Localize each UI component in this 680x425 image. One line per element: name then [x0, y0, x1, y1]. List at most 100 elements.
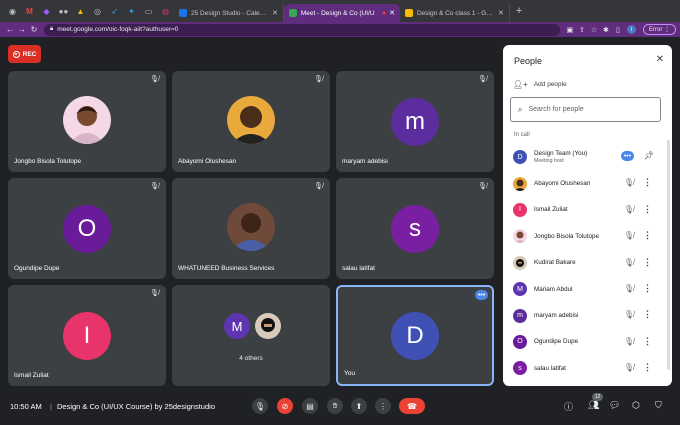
close-tab-icon[interactable]: ✕: [272, 9, 278, 17]
instagram-icon[interactable]: ◍: [157, 4, 174, 18]
list-avatar: D: [513, 150, 527, 165]
list-item[interactable]: M Mariam Abdul 🎙︎̸ ⋮: [503, 276, 672, 302]
url-field[interactable]: 🔒︎ meet.google.com/oic-foqk-aiit?authuse…: [44, 23, 560, 36]
reload-icon[interactable]: ↻: [28, 25, 40, 34]
more-options-icon[interactable]: •••: [621, 151, 634, 161]
share-icon[interactable]: ⇪: [576, 26, 588, 34]
list-item[interactable]: D Design Team (You) Meeting host ••• 📌︎: [503, 144, 672, 170]
present-button[interactable]: ⬆: [351, 398, 367, 414]
more-vert-icon[interactable]: ⋮: [643, 362, 652, 373]
close-tab-icon[interactable]: ✕: [498, 9, 504, 17]
others-label: 4 others: [239, 355, 263, 362]
list-avatar: s: [513, 361, 527, 376]
tab-calendar[interactable]: 25 Design Studio - Calendar ✕: [174, 4, 284, 22]
captions-button[interactable]: ▤: [302, 398, 318, 414]
github-icon[interactable]: ◉: [4, 4, 21, 18]
list-item[interactable]: Abayomi Olushesan 🎙︎̸ ⋮: [503, 170, 672, 196]
error-button[interactable]: Error ⋮: [642, 24, 676, 35]
participant-list: D Design Team (You) Meeting host ••• 📌︎ …: [503, 144, 672, 382]
tab-meet[interactable]: Meet - Design & Co (UI/U ● ✕: [283, 4, 400, 22]
profile-avatar[interactable]: I: [626, 25, 636, 34]
more-options-icon[interactable]: •••: [475, 290, 488, 300]
back-icon[interactable]: ←: [4, 25, 16, 34]
participant-tile[interactable]: 🎙︎̸ WHATUNEED Business Services: [172, 178, 330, 279]
more-vert-icon[interactable]: ⋮: [643, 283, 652, 294]
self-tile[interactable]: ••• D You: [336, 285, 494, 386]
hand-icon: ✋︎: [332, 401, 338, 410]
participant-name: Ogundipe Dupe: [14, 265, 60, 272]
participant-name: Ismail Zuliat: [14, 372, 49, 379]
mic-off-icon: 🎙︎̸: [314, 183, 323, 190]
error-label: Error: [648, 26, 663, 33]
list-item[interactable]: s salau latifat 🎙︎̸ ⋮: [503, 355, 672, 381]
self-avatar: D: [391, 312, 439, 360]
camera-off-icon: ⊘: [281, 401, 289, 411]
more-options-button[interactable]: ⋮: [375, 398, 391, 414]
recording-badge: REC: [8, 45, 41, 63]
panel-title: People: [514, 56, 543, 66]
extensions-icon[interactable]: ✱: [600, 26, 612, 34]
participant-name: Design Team (You): [534, 150, 588, 158]
more-vert-icon[interactable]: ⋮: [643, 309, 652, 320]
mic-button[interactable]: 🎙︎: [252, 398, 268, 414]
list-item[interactable]: I Ismail Zuliat 🎙︎̸ ⋮: [503, 197, 672, 223]
camera-off-button[interactable]: ⊘: [277, 398, 293, 414]
people-icon[interactable]: 👥︎: [588, 400, 599, 411]
forward-icon[interactable]: →: [16, 25, 28, 34]
sidebar-icon[interactable]: ▯: [612, 26, 624, 34]
close-icon[interactable]: ✕: [656, 54, 664, 65]
participant-name: WHATUNEED Business Services: [178, 265, 275, 272]
list-item[interactable]: Kudirat Bakare 🎙︎̸ ⋮: [503, 250, 672, 276]
more-vert-icon[interactable]: ⋮: [643, 230, 652, 241]
participant-tile[interactable]: 🎙︎̸ I Ismail Zuliat: [8, 285, 166, 386]
chrome-icon[interactable]: ◎: [89, 4, 106, 18]
participant-tile[interactable]: 🎙︎̸ s salau latifat: [336, 178, 494, 279]
medium-icon[interactable]: ●●: [55, 4, 72, 18]
lock-icon: 🔒︎: [50, 26, 54, 32]
more-vert-icon[interactable]: ⋮: [643, 336, 652, 347]
camera-icon[interactable]: ▣: [564, 26, 576, 34]
bookmark-icon[interactable]: ☆: [588, 26, 600, 34]
address-bar: ← → ↻ 🔒︎ meet.google.com/oic-foqk-aiit?a…: [0, 22, 680, 37]
gmail-icon[interactable]: M: [21, 4, 38, 18]
figma-icon[interactable]: ◆: [38, 4, 55, 18]
list-avatar: M: [513, 282, 527, 297]
raise-hand-button[interactable]: ✋︎: [327, 398, 343, 414]
clock: 10:50 AM: [10, 402, 42, 411]
mic-off-icon: 🎙︎̸: [314, 76, 323, 83]
slides-icon: [404, 9, 413, 17]
chat-icon[interactable]: 💬︎: [609, 400, 620, 411]
folder-icon[interactable]: ▭: [140, 4, 157, 18]
close-tab-icon[interactable]: ✕: [389, 9, 395, 17]
info-icon[interactable]: ⓘ: [564, 400, 573, 413]
participant-tile[interactable]: 🎙︎̸ Abayomi Olushesan: [172, 71, 330, 172]
participant-name: Abayomi Olushesan: [534, 180, 591, 188]
list-item[interactable]: O Ogundipe Dupe 🎙︎̸ ⋮: [503, 329, 672, 355]
leave-call-button[interactable]: ☎︎: [399, 398, 425, 414]
more-vert-icon: ⋮: [379, 401, 387, 411]
more-vert-icon[interactable]: ⋮: [643, 204, 652, 215]
participant-name: Ismail Zuliat: [534, 206, 568, 214]
add-people-button[interactable]: 👤︎+ Add people: [513, 80, 567, 89]
tab-slides[interactable]: Design & Co class 1 - Google ✕: [400, 4, 510, 22]
list-item[interactable]: m maryam adebisi 🎙︎̸ ⋮: [503, 302, 672, 328]
tab-label: Design & Co class 1 - Google: [416, 9, 495, 17]
participant-photo: [63, 96, 111, 144]
more-vert-icon[interactable]: ⋮: [643, 177, 652, 188]
participant-tile[interactable]: 🎙︎̸ O Ogundipe Dupe: [8, 178, 166, 279]
participant-tile[interactable]: 🎙︎̸ m maryam adebisi: [336, 71, 494, 172]
bird-icon[interactable]: ➶: [106, 4, 123, 18]
list-avatar: I: [513, 202, 527, 217]
more-vert-icon[interactable]: ⋮: [643, 257, 652, 268]
activities-icon[interactable]: ⬡: [632, 400, 640, 411]
host-controls-icon[interactable]: ⛉: [655, 400, 662, 411]
participant-tile[interactable]: 🎙︎̸ Jongbo Bisola Tolutope: [8, 71, 166, 172]
list-item[interactable]: Jongbo Bisola Tolutope 🎙︎̸ ⋮: [503, 223, 672, 249]
new-tab-icon[interactable]: +: [516, 5, 522, 17]
search-placeholder: Search for people: [528, 106, 584, 113]
drive-icon[interactable]: ▲: [72, 4, 89, 18]
twitter-icon[interactable]: ✦: [123, 4, 140, 18]
search-people-input[interactable]: ⌕ Search for people: [510, 97, 661, 122]
others-tile[interactable]: M 4 others: [172, 285, 330, 386]
pin-icon[interactable]: 📌︎: [644, 151, 654, 160]
